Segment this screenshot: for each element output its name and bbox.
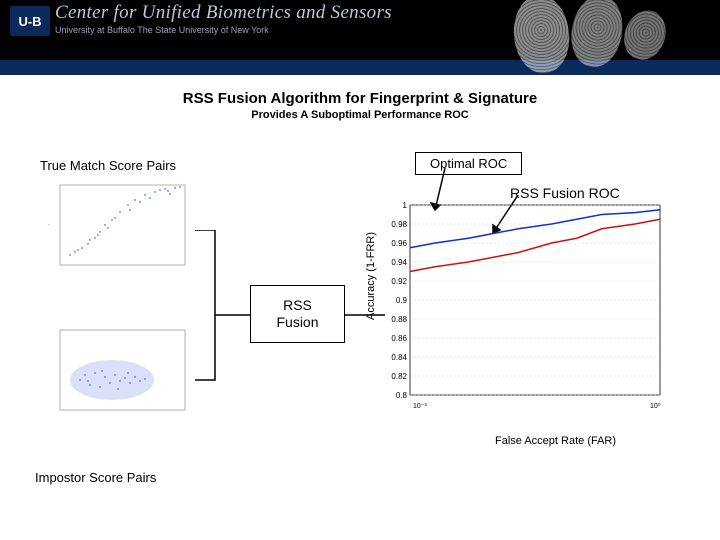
impostor-scatter: [40, 325, 195, 430]
fingerprint-icon: [510, 0, 573, 76]
roc-xlabel: False Accept Rate (FAR): [495, 435, 616, 447]
svg-text:0.8: 0.8: [396, 391, 408, 400]
svg-text:0.94: 0.94: [391, 258, 407, 267]
roc-ylabel: Accuracy (1-FRR): [365, 232, 377, 320]
title-line2: Provides A Suboptimal Performance ROC: [0, 109, 720, 121]
svg-text:.: .: [48, 221, 49, 227]
fingerprint-art: [514, 0, 665, 73]
true-match-label: True Match Score Pairs: [40, 158, 176, 173]
svg-text:10⁰: 10⁰: [650, 402, 661, 410]
banner-title: Center for Unified Biometrics and Sensor…: [55, 2, 392, 24]
connector-lines: [195, 230, 255, 400]
fingerprint-icon: [566, 0, 628, 71]
svg-text:0.96: 0.96: [391, 239, 407, 248]
ub-logo: U-B: [10, 6, 50, 36]
rss-fusion-label: RSSFusion: [276, 297, 318, 331]
banner-text: Center for Unified Biometrics and Sensor…: [55, 2, 392, 35]
svg-text:0.86: 0.86: [391, 334, 407, 343]
svg-text:1: 1: [403, 201, 408, 210]
title-line1: RSS Fusion Algorithm for Fingerprint & S…: [0, 90, 720, 107]
slide-heading: RSS Fusion Algorithm for Fingerprint & S…: [0, 90, 720, 121]
svg-text:0.88: 0.88: [391, 315, 407, 324]
svg-text:0.82: 0.82: [391, 372, 407, 381]
svg-text:0.9: 0.9: [396, 296, 408, 305]
svg-text:0.98: 0.98: [391, 220, 407, 229]
roc-chart: 0.80.820.840.860.880.90.920.940.960.981 …: [385, 200, 670, 415]
banner-subtitle: University at Buffalo The State Universi…: [55, 25, 392, 35]
logo-box: U-B: [10, 6, 50, 36]
true-match-scatter: .: [40, 180, 195, 285]
fingerprint-icon: [618, 5, 673, 66]
svg-text:0.84: 0.84: [391, 353, 407, 362]
svg-text:0.92: 0.92: [391, 277, 407, 286]
impostor-label: Impostor Score Pairs: [35, 470, 156, 485]
rss-fusion-box: RSSFusion: [250, 285, 345, 343]
header-banner: U-B Center for Unified Biometrics and Se…: [0, 0, 720, 75]
svg-text:10⁻³: 10⁻³: [413, 403, 427, 410]
